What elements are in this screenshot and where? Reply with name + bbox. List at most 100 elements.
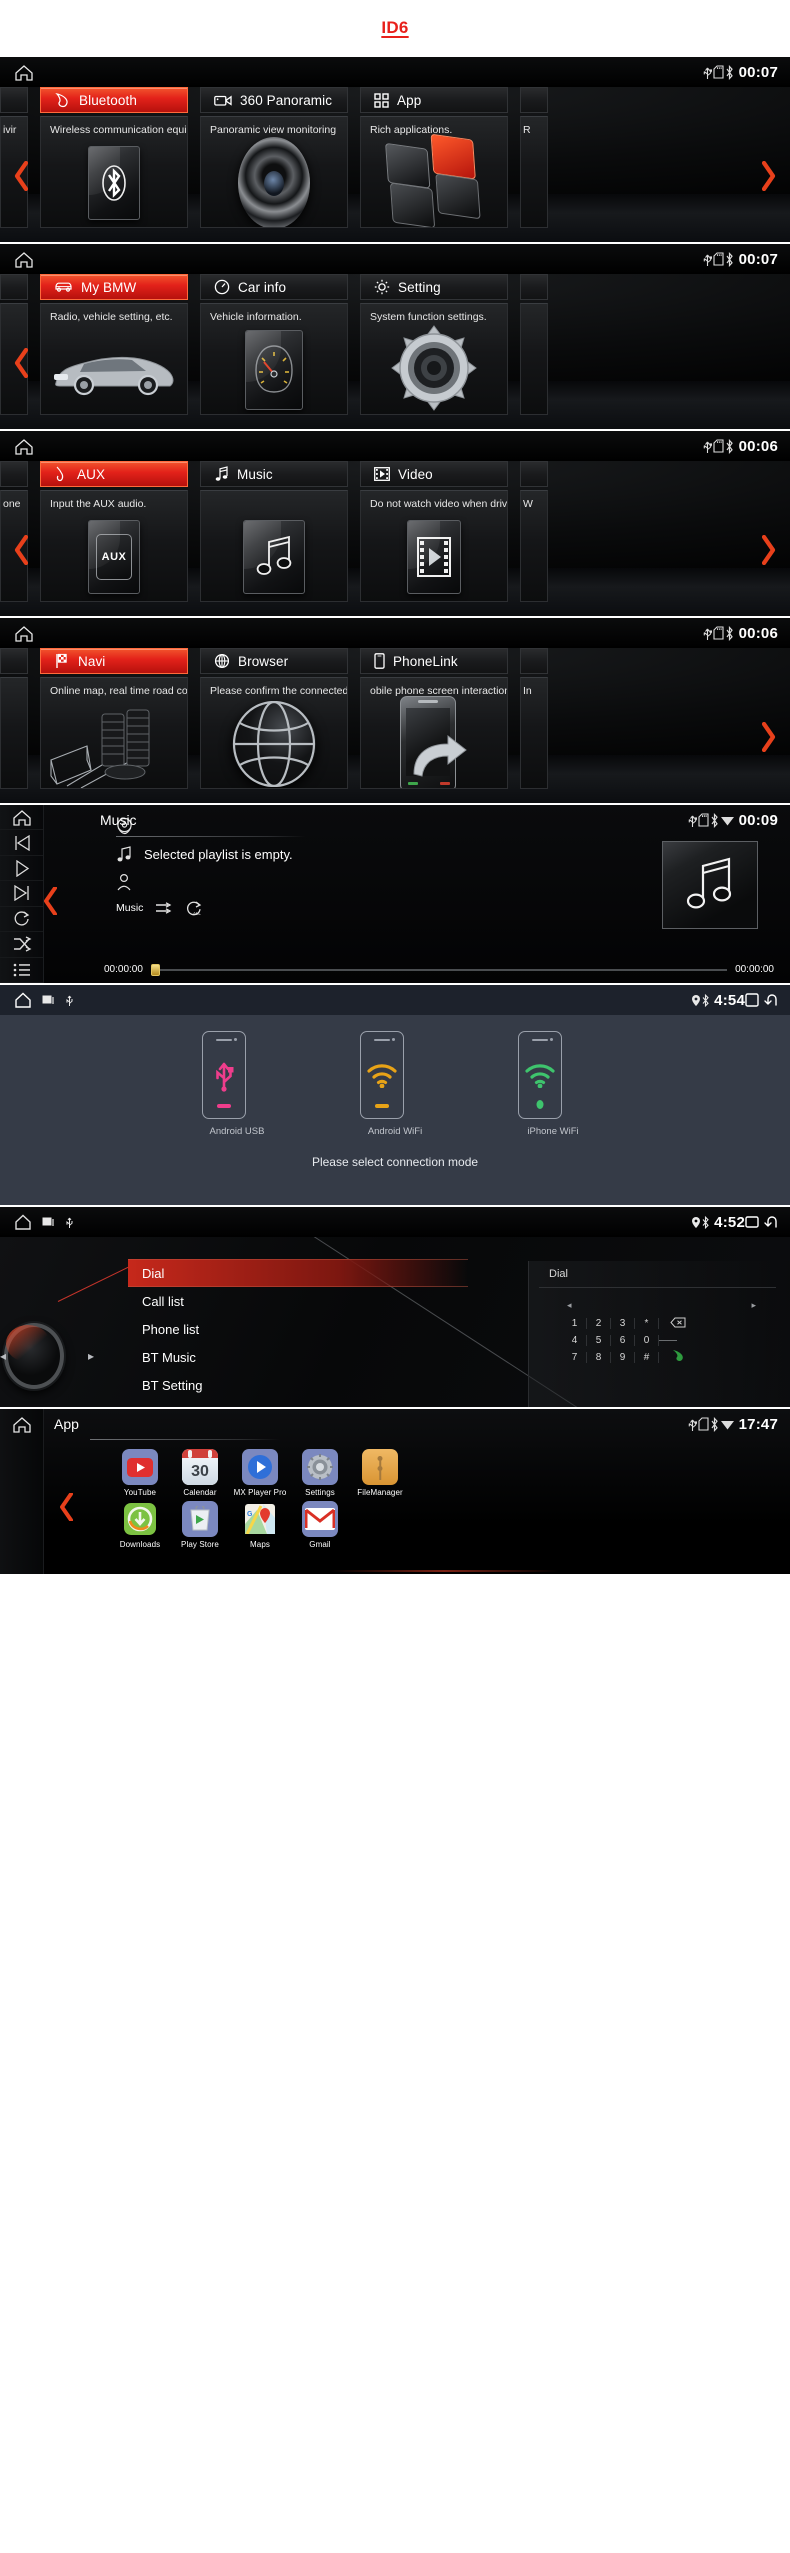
carousel-edge-card-left[interactable] — [0, 648, 28, 789]
card-360-panoramic[interactable]: 360 Panoramic Panoramic view monitoring — [200, 87, 348, 228]
next-track-button[interactable] — [0, 881, 43, 907]
home-icon[interactable] — [14, 992, 32, 1008]
card-setting[interactable]: Setting System function settings. — [360, 274, 508, 415]
app-item-mx-player-pro[interactable]: MX Player Pro — [230, 1449, 290, 1497]
card-video[interactable]: Video Do not watch video when drivi — [360, 461, 508, 602]
home-icon[interactable] — [14, 64, 34, 81]
card-car-info[interactable]: Car info Vehicle information. — [200, 274, 348, 415]
back-arrow-button[interactable] — [60, 1493, 73, 1526]
card-music[interactable]: Music — [200, 461, 348, 602]
card-aux[interactable]: AUX Input the AUX audio. AUX — [40, 461, 188, 602]
keypad-key-3[interactable]: 3 — [611, 1318, 635, 1329]
card-body[interactable]: System function settings. — [360, 303, 508, 415]
carousel-edge-card-left[interactable] — [0, 274, 28, 415]
carousel-next-button[interactable] — [762, 535, 776, 565]
app-item-filemanager[interactable]: FileManager — [350, 1449, 410, 1497]
carousel-prev-button[interactable] — [14, 161, 28, 191]
repeat-all-icon[interactable]: ALL — [185, 900, 203, 917]
keypad-key-1[interactable]: 1 — [563, 1318, 587, 1329]
app-item-youtube[interactable]: YouTube — [110, 1449, 170, 1497]
card-navi[interactable]: Navi Online map, real time road con — [40, 648, 188, 789]
screenshot-icon[interactable] — [42, 1217, 55, 1228]
card-header[interactable]: Navi — [40, 648, 188, 674]
previous-track-button[interactable] — [0, 830, 43, 856]
home-icon[interactable] — [14, 251, 34, 268]
home-icon[interactable] — [14, 438, 34, 455]
card-body[interactable] — [200, 490, 348, 602]
play-button[interactable] — [0, 856, 43, 882]
app-item-gmail[interactable]: Gmail — [290, 1501, 350, 1549]
card-body[interactable]: Rich applications. — [360, 116, 508, 228]
progress-slider[interactable] — [150, 963, 728, 976]
card-header[interactable]: Setting — [360, 274, 508, 300]
card-header[interactable]: AUX — [40, 461, 188, 487]
app-item-play-store[interactable]: Play Store — [170, 1501, 230, 1549]
home-button[interactable] — [0, 1409, 43, 1439]
dial-menu-item-phone-list[interactable]: Phone list — [128, 1315, 468, 1343]
carousel-edge-card-right[interactable]: R — [520, 87, 548, 228]
recents-icon[interactable] — [745, 992, 761, 1008]
card-header[interactable]: PhoneLink — [360, 648, 508, 674]
keypad-key-2[interactable]: 2 — [587, 1318, 611, 1329]
playlist-button[interactable] — [0, 958, 43, 983]
card-body[interactable]: Wireless communication equip — [40, 116, 188, 228]
home-button[interactable] — [0, 805, 43, 831]
card-browser[interactable]: Browser Please confirm the connected — [200, 648, 348, 789]
card-body[interactable]: Online map, real time road con — [40, 677, 188, 789]
back-icon[interactable] — [761, 1215, 778, 1230]
card-header[interactable]: Video — [360, 461, 508, 487]
shuffle-button[interactable] — [0, 932, 43, 958]
dial-menu-item-bt-music[interactable]: BT Music — [128, 1343, 468, 1371]
card-body[interactable]: Please confirm the connected — [200, 677, 348, 789]
keypad-side-action[interactable] — [659, 1315, 697, 1333]
card-header[interactable]: 360 Panoramic — [200, 87, 348, 113]
carousel-edge-card-left[interactable]: ivir — [0, 87, 28, 228]
usb-icon[interactable] — [65, 994, 74, 1007]
card-app[interactable]: App Rich applications. — [360, 87, 508, 228]
keypad-key-6[interactable]: 6 — [611, 1335, 635, 1346]
card-body[interactable]: Vehicle information. — [200, 303, 348, 415]
card-header[interactable]: My BMW — [40, 274, 188, 300]
carousel-next-button[interactable] — [762, 722, 776, 752]
keypad-key-0[interactable]: 0 — [635, 1335, 659, 1346]
card-header[interactable]: Bluetooth — [40, 87, 188, 113]
card-my-bmw[interactable]: My BMW Radio, vehicle setting, etc. — [40, 274, 188, 415]
back-arrow-button[interactable] — [44, 887, 57, 920]
keypad-key-8[interactable]: 8 — [587, 1352, 611, 1363]
home-icon[interactable] — [14, 625, 34, 642]
carousel-prev-button[interactable] — [14, 535, 28, 565]
card-body[interactable]: Radio, vehicle setting, etc. — [40, 303, 188, 415]
home-icon[interactable] — [14, 1214, 32, 1230]
carousel-next-button[interactable] — [762, 161, 776, 191]
caret-right-icon[interactable]: ▸ — [751, 1300, 756, 1311]
card-header[interactable]: Car info — [200, 274, 348, 300]
carousel-edge-card-right[interactable] — [520, 274, 548, 415]
recents-icon[interactable] — [745, 1215, 761, 1230]
connection-option-iphone-wifi[interactable]: iPhone WiFi — [518, 1031, 588, 1137]
card-header[interactable]: Browser — [200, 648, 348, 674]
card-body[interactable]: Input the AUX audio. AUX — [40, 490, 188, 602]
card-body[interactable]: Do not watch video when drivi — [360, 490, 508, 602]
usb-icon[interactable] — [65, 1216, 74, 1229]
sequence-play-icon[interactable] — [155, 901, 173, 915]
dial-menu-item-dial[interactable]: Dial — [128, 1259, 468, 1287]
repeat-button[interactable] — [0, 907, 43, 933]
rotary-knob-icon[interactable] — [4, 1323, 64, 1389]
connection-option-android-wifi[interactable]: Android WiFi — [360, 1031, 430, 1137]
keypad-key-4[interactable]: 4 — [563, 1335, 587, 1346]
keypad-key-hash[interactable]: # — [635, 1352, 659, 1363]
keypad-key-7[interactable]: 7 — [563, 1352, 587, 1363]
card-body[interactable]: obile phone screen interaction — [360, 677, 508, 789]
progress-knob[interactable] — [150, 963, 160, 976]
keypad-side-action[interactable] — [659, 1349, 697, 1367]
app-item-calendar[interactable]: 30 Calendar — [170, 1449, 230, 1497]
dial-menu-item-call-list[interactable]: Call list — [128, 1287, 468, 1315]
keypad-key-5[interactable]: 5 — [587, 1335, 611, 1346]
carousel-edge-card-right[interactable]: W — [520, 461, 548, 602]
keypad-side-action[interactable] — [659, 1340, 697, 1341]
card-header[interactable]: Music — [200, 461, 348, 487]
app-item-maps[interactable]: G Maps — [230, 1501, 290, 1549]
caret-left-icon[interactable]: ◂ — [567, 1300, 572, 1311]
app-item-downloads[interactable]: Downloads — [110, 1501, 170, 1549]
keypad-key-9[interactable]: 9 — [611, 1352, 635, 1363]
